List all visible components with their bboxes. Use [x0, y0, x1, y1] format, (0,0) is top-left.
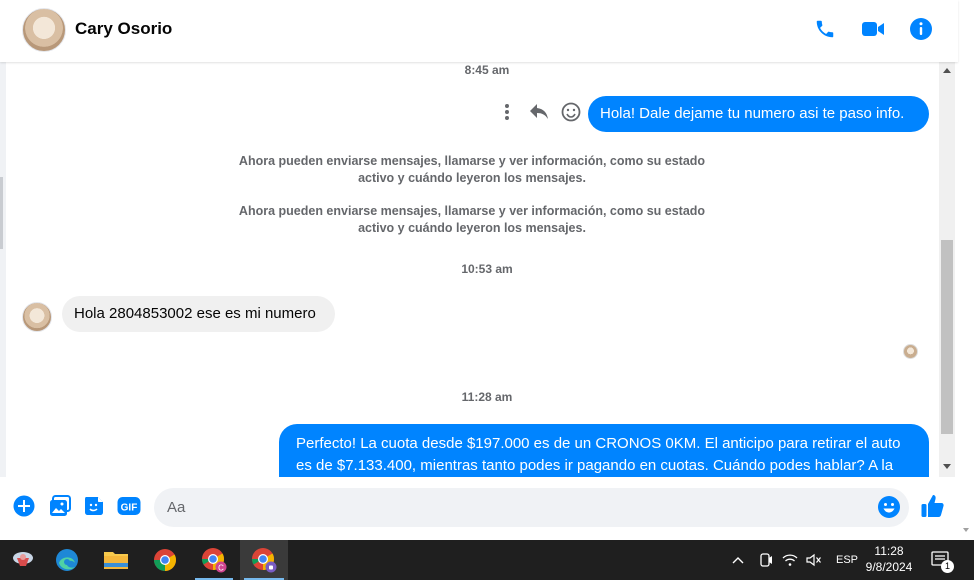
like-thumbs-up-icon[interactable]: [920, 493, 946, 519]
emoji-picker-icon[interactable]: [877, 495, 901, 519]
timestamp: 11:28 am: [461, 390, 513, 404]
scroll-down-arrow-icon[interactable]: [943, 464, 951, 469]
timestamp: 10:53 am: [461, 262, 513, 276]
system-notice-line: activo y cuándo leyeron los mensajes.: [358, 171, 586, 185]
file-explorer-icon[interactable]: [93, 540, 139, 580]
clock[interactable]: 11:28 9/8/2024: [858, 543, 920, 575]
system-notice-line: activo y cuándo leyeron los mensajes.: [358, 221, 586, 235]
message-actions: [496, 101, 582, 123]
gif-icon[interactable]: GIF: [117, 494, 141, 518]
incoming-message[interactable]: Hola 2804853002 ese es mi numero: [62, 296, 335, 332]
messages-scrollbar[interactable]: [939, 62, 955, 477]
window-scrollbar[interactable]: [958, 0, 974, 540]
timestamp: 8:45 am: [464, 63, 510, 77]
system-notice: Ahora pueden enviarse mensajes, llamarse…: [220, 203, 724, 237]
phone-call-icon[interactable]: [810, 14, 840, 44]
message-input[interactable]: Aa: [154, 488, 909, 527]
clock-time: 11:28: [874, 544, 904, 558]
contact-avatar-small[interactable]: [22, 302, 52, 332]
scroll-up-arrow-icon[interactable]: [943, 68, 951, 73]
chevron-up-icon[interactable]: [730, 556, 746, 564]
seen-indicator-avatar: [903, 344, 918, 359]
header-actions: [810, 14, 936, 44]
photo-icon[interactable]: [48, 494, 72, 518]
message-composer: GIF Aa: [0, 477, 958, 540]
edge-browser-icon[interactable]: [44, 540, 90, 580]
notifications-icon[interactable]: 1: [930, 549, 954, 573]
react-emoji-icon[interactable]: [560, 101, 582, 123]
meet-now-icon[interactable]: [754, 552, 778, 568]
system-notice-line: Ahora pueden enviarse mensajes, llamarse…: [238, 154, 706, 168]
wifi-icon[interactable]: [778, 553, 802, 567]
message-line: es de $7.133.400, mientras tanto podes i…: [296, 457, 894, 474]
outgoing-message[interactable]: Hola! Dale dejame tu numero asi te paso …: [588, 96, 929, 132]
system-tray: ESP: [730, 540, 858, 580]
add-more-icon[interactable]: [12, 494, 36, 518]
contact-name[interactable]: Cary Osorio: [75, 19, 172, 39]
chat-header: Cary Osorio: [0, 0, 958, 62]
scroll-thumb[interactable]: [941, 240, 953, 434]
contact-avatar[interactable]: [22, 8, 66, 52]
message-input-placeholder: Aa: [167, 499, 186, 516]
video-call-icon[interactable]: [858, 14, 888, 44]
notification-badge: 1: [941, 560, 954, 573]
svg-text:GIF: GIF: [121, 503, 138, 514]
left-panel-edge: [0, 62, 6, 540]
system-notice: Ahora pueden enviarse mensajes, llamarse…: [220, 153, 724, 187]
clock-date: 9/8/2024: [865, 560, 913, 574]
chrome-icon[interactable]: [142, 540, 188, 580]
system-notice-line: Ahora pueden enviarse mensajes, llamarse…: [238, 204, 706, 218]
chrome-profile-icon[interactable]: C: [191, 540, 237, 580]
svg-text:C: C: [218, 564, 224, 573]
scroll-down-arrow-icon[interactable]: [963, 528, 969, 532]
volume-muted-icon[interactable]: [802, 553, 826, 567]
start-app-icon[interactable]: [0, 540, 46, 580]
message-line: Perfecto! La cuota desde $197.000 es de …: [296, 435, 901, 452]
chrome-profile-active-icon[interactable]: [240, 540, 288, 580]
input-language[interactable]: ESP: [836, 554, 858, 566]
sticker-icon[interactable]: [82, 494, 106, 518]
info-icon[interactable]: [906, 14, 936, 44]
windows-taskbar: C ESP 11:28 9/8/2024 1: [0, 540, 974, 580]
reply-icon[interactable]: [528, 101, 550, 123]
more-options-icon[interactable]: [496, 101, 518, 123]
